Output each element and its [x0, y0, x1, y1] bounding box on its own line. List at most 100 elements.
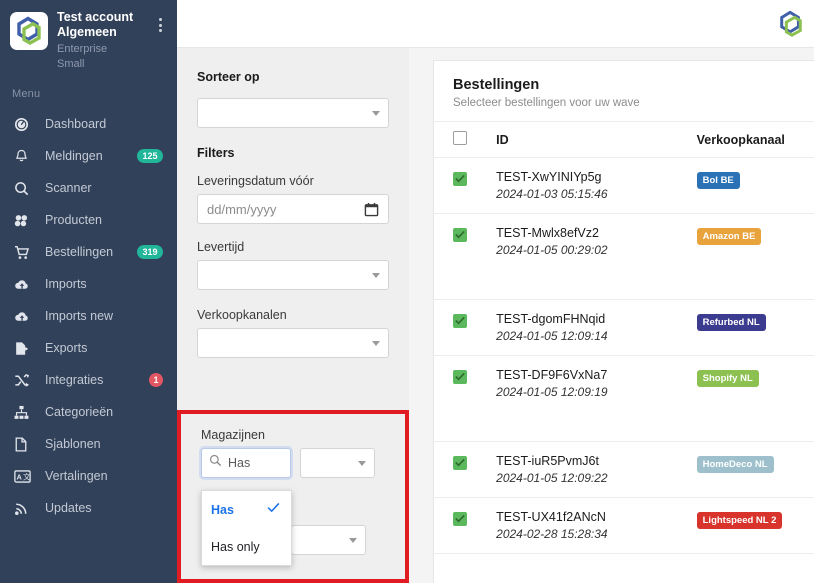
- delivery-date-placeholder: dd/mm/yyyy: [198, 202, 276, 217]
- table-row[interactable]: TEST-UX41f2ANcN 2024-02-28 15:28:34Lights…: [434, 498, 814, 554]
- sidebar-item-bestellingen[interactable]: Bestellingen319: [0, 236, 177, 268]
- sort-select[interactable]: [197, 98, 389, 128]
- sidebar-item-badge: 1: [149, 373, 163, 387]
- filters-heading: Filters: [197, 146, 389, 160]
- row-checkbox[interactable]: [453, 512, 467, 526]
- svg-text:文: 文: [23, 471, 31, 481]
- kebab-menu-icon[interactable]: [153, 16, 167, 34]
- order-id-cell: TEST-iuR5PvmJ6t 2024-01-05 12:09:22: [496, 442, 696, 498]
- sidebar-item-updates[interactable]: Updates: [0, 492, 177, 524]
- status-badge: Shopify NL: [697, 370, 759, 387]
- document-icon: [14, 437, 36, 452]
- rss-icon: [14, 501, 36, 516]
- warehouses-label: Magazijnen: [201, 428, 385, 442]
- sales-channel-cell: Lightspeed NL 2: [697, 498, 814, 554]
- delivery-date-input[interactable]: dd/mm/yyyy: [197, 194, 389, 224]
- file-export-icon: [14, 341, 36, 356]
- sales-channel-cell: Shopify NL: [697, 356, 814, 442]
- sidebar-item-scanner[interactable]: Scanner: [0, 172, 177, 204]
- table-row[interactable]: TEST-XwYINIYp5g2024-01-03 05:15:46Bol BE: [434, 158, 814, 214]
- warehouse-select[interactable]: [300, 448, 375, 478]
- cloud-upload-icon: [14, 309, 36, 324]
- status-badge: HomeDeco NL: [697, 456, 774, 473]
- chevron-down-icon: [372, 341, 380, 346]
- table-row[interactable]: TEST-DF9F6VxNa72024-01-05 12:09:19Shopif…: [434, 356, 814, 442]
- dropdown-option-has-only[interactable]: Has only: [202, 528, 291, 565]
- order-id: TEST-UX41f2ANcN: [496, 510, 696, 524]
- search-icon: [14, 181, 36, 196]
- chevron-down-icon: [372, 111, 380, 116]
- sidebar-item-label: Imports: [45, 277, 87, 291]
- sidebar-item-exports[interactable]: Exports: [0, 332, 177, 364]
- order-id-cell: TEST-UX41f2ANcN 2024-02-28 15:28:34: [496, 498, 696, 554]
- row-checkbox[interactable]: [453, 314, 467, 328]
- page-title: Bestellingen: [453, 77, 814, 93]
- row-checkbox[interactable]: [453, 172, 467, 186]
- select-all-checkbox[interactable]: [453, 131, 467, 145]
- status-badge: Amazon BE: [697, 228, 762, 245]
- order-date: 2024-01-05 12:09:22: [496, 471, 696, 485]
- sidebar-item-badge: 319: [137, 245, 163, 259]
- order-date: 2024-01-05 12:09:19: [496, 385, 696, 399]
- sidebar-item-meldingen[interactable]: Meldingen 125: [0, 140, 177, 172]
- sitemap-icon: [14, 405, 36, 420]
- sidebar-nav: Dashboard Meldingen 125 Scanner Producten Bes…: [0, 108, 177, 524]
- sidebar-item-label: Imports new: [45, 309, 113, 323]
- row-select-cell: [434, 356, 496, 442]
- order-date: 2024-01-05 12:09:14: [496, 329, 696, 343]
- row-checkbox[interactable]: [453, 228, 467, 242]
- order-id: TEST-XwYINIYp5g: [496, 170, 696, 184]
- warehouse-search-input[interactable]: Has: [201, 448, 291, 478]
- row-checkbox[interactable]: [453, 456, 467, 470]
- sidebar-item-imports-new[interactable]: Imports new: [0, 300, 177, 332]
- lead-time-label: Levertijd: [197, 240, 389, 254]
- sidebar-item-label: Meldingen: [45, 149, 103, 163]
- sidebar-item-sjablonen[interactable]: Sjablonen: [0, 428, 177, 460]
- sidebar-item-dashboard[interactable]: Dashboard: [0, 108, 177, 140]
- cloud-upload-icon: [14, 277, 36, 292]
- chevron-down-icon: [358, 461, 366, 466]
- sidebar-item-badge: 125: [137, 149, 163, 163]
- warehouses-filter-highlight: Magazijnen Has: [177, 410, 409, 583]
- sidebar-item-imports[interactable]: Imports: [0, 268, 177, 300]
- table-row[interactable]: TEST-iuR5PvmJ6t 2024-01-05 12:09:22HomeDe…: [434, 442, 814, 498]
- lead-time-select[interactable]: [197, 260, 389, 290]
- sidebar: Test account Algemeen Enterprise Small M…: [0, 0, 177, 583]
- chevron-down-icon: [349, 538, 357, 543]
- column-header-channel[interactable]: Verkoopkanaal: [697, 122, 814, 158]
- order-id: TEST-iuR5PvmJ6t: [496, 454, 696, 468]
- dropdown-option-label: Has: [211, 503, 234, 517]
- table-row[interactable]: TEST-dgomFHNqid2024-01-05 12:09:14Refurb…: [434, 300, 814, 356]
- orders-table-body: TEST-XwYINIYp5g2024-01-03 05:15:46Bol BE…: [434, 158, 814, 554]
- row-checkbox[interactable]: [453, 370, 467, 384]
- warehouse-search-value: Has: [228, 456, 250, 470]
- sidebar-item-label: Producten: [45, 213, 102, 227]
- account-name: Test account Algemeen: [57, 10, 135, 40]
- select-all-header: [434, 122, 496, 158]
- sales-channel-cell: Bol BE: [697, 158, 814, 214]
- sidebar-item-integraties[interactable]: Integraties1: [0, 364, 177, 396]
- sales-channel-cell: HomeDeco NL: [697, 442, 814, 498]
- sidebar-item-vertalingen[interactable]: A文Vertalingen: [0, 460, 177, 492]
- warehouse-select-secondary[interactable]: [291, 525, 366, 555]
- dropdown-option-label: Has only: [211, 540, 260, 554]
- sales-channels-select[interactable]: [197, 328, 389, 358]
- gauge-icon: [14, 117, 36, 132]
- order-date: 2024-02-28 15:28:34: [496, 527, 696, 541]
- warehouse-dropdown-menu: Has Has only: [201, 490, 292, 566]
- order-id-cell: TEST-dgomFHNqid2024-01-05 12:09:14: [496, 300, 696, 356]
- top-bar: [177, 0, 814, 48]
- row-select-cell: [434, 158, 496, 214]
- dropdown-option-has[interactable]: Has: [202, 491, 291, 528]
- sidebar-item-label: Exports: [45, 341, 87, 355]
- table-row[interactable]: TEST-Mwlx8efVz22024-01-05 00:29:02Amazon…: [434, 214, 814, 300]
- app-root: Test account Algemeen Enterprise Small M…: [0, 0, 814, 583]
- order-id-cell: TEST-DF9F6VxNa72024-01-05 12:09:19: [496, 356, 696, 442]
- column-header-id[interactable]: ID: [496, 122, 696, 158]
- sidebar-item-producten[interactable]: Producten: [0, 204, 177, 236]
- calendar-icon[interactable]: [364, 202, 379, 222]
- account-header[interactable]: Test account Algemeen Enterprise Small: [0, 0, 177, 76]
- sidebar-item-categorie-n[interactable]: Categorieën: [0, 396, 177, 428]
- app-logo-icon: [778, 10, 804, 38]
- svg-text:A: A: [17, 472, 23, 481]
